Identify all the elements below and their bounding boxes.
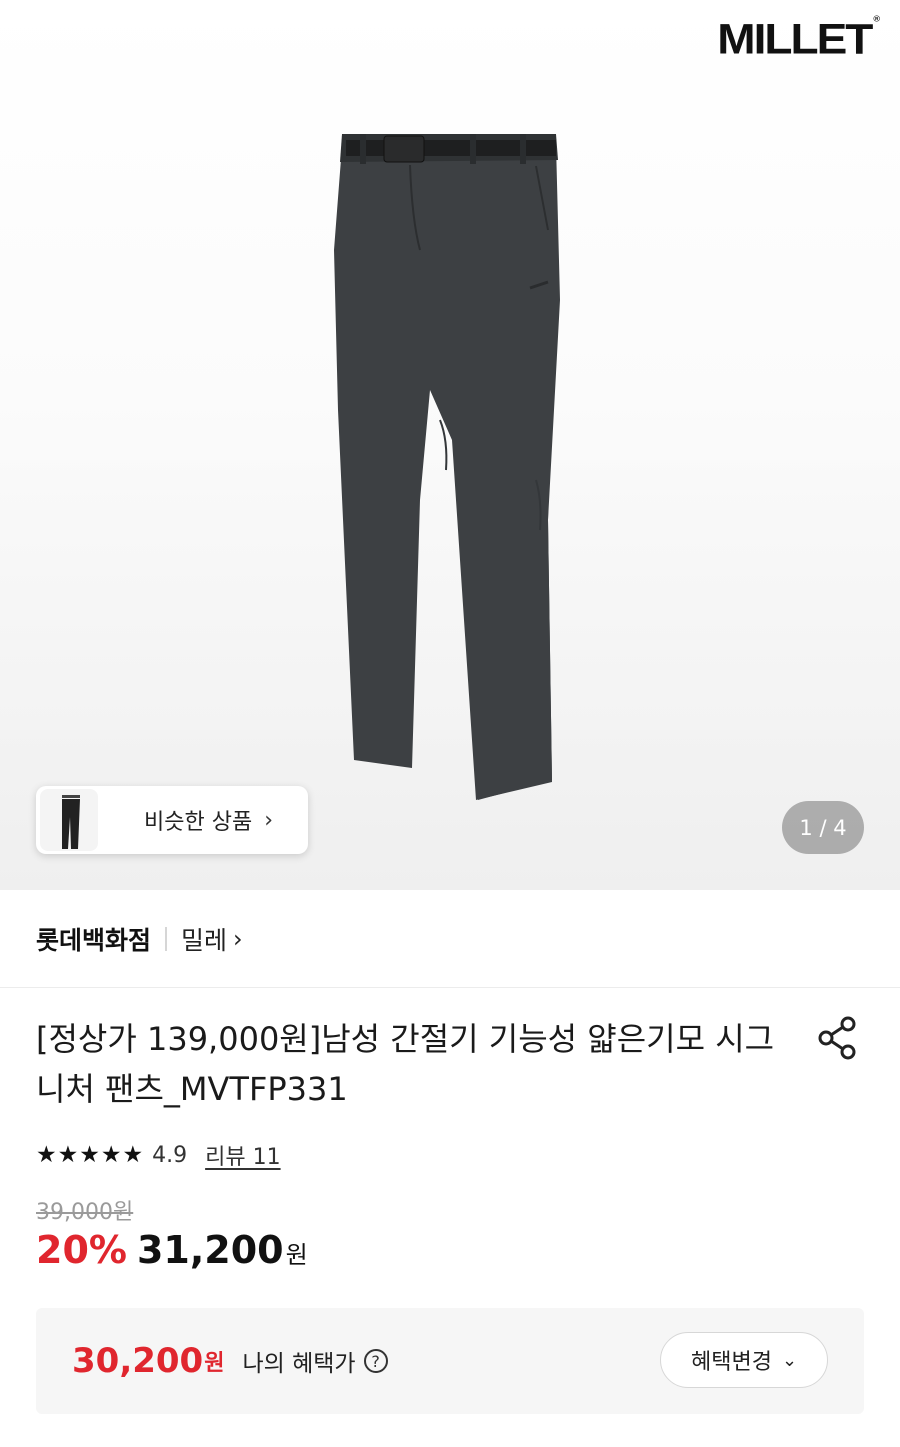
- similar-products-label: 비슷한 상품: [144, 810, 253, 835]
- sale-price: 31,200: [136, 1228, 284, 1272]
- image-pager: 1 / 4: [782, 801, 864, 854]
- product-title: [정상가 139,000원]남성 간절기 기능성 얇은기모 시그니처 팬츠_MV…: [36, 1020, 775, 1108]
- brand-link[interactable]: 밀레: [181, 921, 227, 957]
- rating-value: 4.9: [152, 1142, 188, 1168]
- sale-currency: 원: [285, 1241, 308, 1269]
- benefit-currency: 원: [204, 1351, 225, 1376]
- change-benefit-label: 혜택변경: [690, 1350, 772, 1375]
- chevron-down-icon: ⌄: [781, 1349, 798, 1371]
- similar-products-button[interactable]: 비슷한 상품 ›: [36, 786, 308, 854]
- divider: [165, 926, 168, 951]
- star-icon: ★★★★★: [36, 1142, 145, 1168]
- store-brand-row: 롯데백화점 밀레 ›: [0, 890, 900, 988]
- chevron-right-icon: ›: [264, 807, 274, 833]
- chevron-right-icon: ›: [233, 924, 243, 953]
- help-icon[interactable]: ?: [363, 1349, 388, 1373]
- product-image: [334, 134, 560, 800]
- product-image-carousel[interactable]: MILLET ® 비슷한 상품 › 1 / 4: [0, 0, 900, 890]
- benefit-price: 30,200: [72, 1341, 204, 1381]
- price-row: 20% 31,200 원: [36, 1228, 308, 1272]
- benefit-label: 나의 혜택가: [242, 1351, 356, 1377]
- change-benefit-button[interactable]: 혜택변경 ⌄: [660, 1332, 828, 1388]
- original-price: 39,000원: [36, 1200, 134, 1225]
- store-name[interactable]: 롯데백화점: [36, 921, 151, 957]
- rating-row: ★★★★★ 4.9 리뷰 11: [36, 1138, 281, 1172]
- review-link[interactable]: 리뷰 11: [205, 1139, 280, 1171]
- share-icon[interactable]: [816, 1016, 860, 1060]
- discount-rate: 20%: [36, 1228, 127, 1272]
- brand-logo: MILLET ®: [717, 14, 880, 63]
- similar-product-thumbnail: [40, 789, 98, 851]
- my-benefit-box: 30,200 원 나의 혜택가 ? 혜택변경 ⌄: [36, 1308, 864, 1414]
